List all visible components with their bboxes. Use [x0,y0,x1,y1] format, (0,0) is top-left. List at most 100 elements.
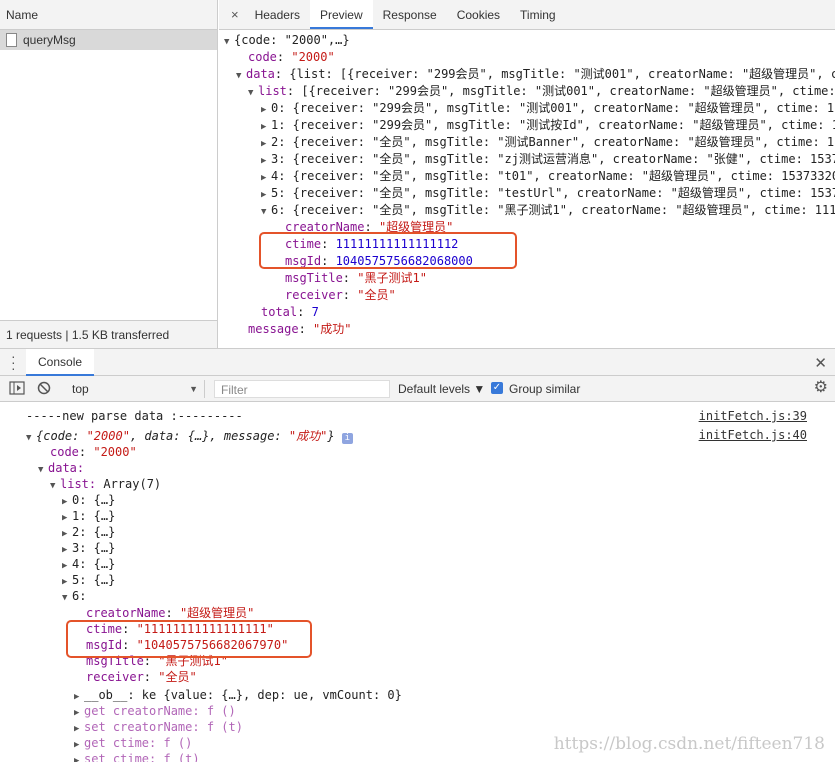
json-value: "全员" [357,288,396,302]
console-accessor-row[interactable]: ▶ set ctime: f (t) [74,751,200,762]
json-key: creatorName [86,606,166,620]
json-list-item[interactable]: ▶ 2: {receiver: "全员", msgTitle: "测试Banner… [261,134,834,151]
expanded-triangle-icon: ▼ [236,71,242,81]
source-link[interactable]: initFetch.js:39 [699,408,807,424]
tab-preview[interactable]: Preview [309,0,373,29]
json-code-row: code: "2000" [248,50,335,64]
context-select[interactable]: top ▼ [62,380,205,398]
console-output: -----new parse data :--------- initFetch… [0,402,835,762]
console-list-item[interactable]: ▶ 1: {…} [62,508,115,524]
json-total-row: total: 7 [261,305,319,319]
list-item-text: 3: {…} [72,541,116,555]
json-value: Array(7) [103,477,162,491]
json-root[interactable]: ▼ {code: "2000",…} [224,32,350,49]
console-ob-row[interactable]: ▶ __ob__: ke {value: {…}, dep: ue, vmCoun… [74,687,402,703]
console-field-row: receiver: "全员" [86,670,197,684]
json-preview: ▼ {code: "2000",…} code: "2000" ▼ data: {l… [219,30,835,348]
expanded-triangle-icon: ▼ [50,481,56,491]
list-item-text: 1: {receiver: "299会员", msgTitle: "测试按Id"… [271,118,835,132]
console-list-item[interactable]: ▶ 3: {…} [62,540,115,556]
list-item-text: 1: {…} [72,509,116,523]
network-summary: 1 requests | 1.5 KB transferred [0,320,217,348]
source-link[interactable]: initFetch.js:40 [699,427,807,443]
log-message: -----new parse data :--------- [26,409,243,423]
group-similar-checkbox[interactable]: ✓ [491,382,503,394]
console-data-row[interactable]: ▼ data: [38,460,84,476]
console-accessor-row[interactable]: ▶ set creatorName: f (t) [74,719,243,735]
console-list-row[interactable]: ▼ list: Array(7) [50,476,161,492]
json-list-item[interactable]: ▶ 0: {receiver: "299会员", msgTitle: "测试001… [261,100,834,117]
list-item-text: 5: {receiver: "全员", msgTitle: "testUrl",… [271,186,835,200]
watermark: https://blog.csdn.net/fifteen718 [553,734,825,754]
console-field-row: creatorName: "超级管理员" [86,606,255,620]
console-list-item[interactable]: ▼ 6: [62,588,86,604]
json-summary: [{receiver: "299会员", msgTitle: "测试001", … [301,84,835,98]
json-key: code [50,445,79,459]
request-name: queryMsg [23,33,76,47]
tab-headers[interactable]: Headers [245,0,310,29]
accessor-text: set creatorName: f (t) [84,720,243,734]
json-list-item[interactable]: ▶ 3: {receiver: "全员", msgTitle: "zj测试运营消息… [261,151,835,168]
tab-response[interactable]: Response [373,0,447,29]
highlight-box [66,620,312,658]
console-list-item[interactable]: ▶ 4: {…} [62,556,115,572]
expanded-triangle-icon: ▼ [248,88,254,98]
sidebar-toggle-icon[interactable] [9,381,25,399]
close-drawer-icon[interactable]: ✕ [814,354,827,372]
list-item-text: 5: {…} [72,573,116,587]
summary-part: "成功" [288,429,328,443]
json-root-summary: {code: "2000",…} [234,33,350,47]
filter-input[interactable]: Filter [214,380,390,398]
list-item-text: 2: {…} [72,525,116,539]
more-options-icon[interactable]: · · · [11,349,16,375]
info-icon[interactable]: i [341,433,353,444]
name-column-header[interactable]: Name [0,0,217,30]
network-panel: Name queryMsg 1 requests | 1.5 KB transf… [0,0,835,348]
json-list-item[interactable]: ▶ 4: {receiver: "全员", msgTitle: "t01", cr… [261,168,835,185]
json-key: data: [48,461,85,475]
tab-timing[interactable]: Timing [510,0,566,29]
console-accessor-row[interactable]: ▶ get creatorName: f () [74,703,236,719]
accessor-text: set ctime: f (t) [84,752,200,762]
json-data-row[interactable]: ▼ data: {list: [{receiver: "299会员", msgTi… [236,66,835,83]
summary-part: "2000" [86,429,130,443]
list-item-text: 2: {receiver: "全员", msgTitle: "测试Banner"… [271,135,835,149]
settings-gear-icon[interactable]: ⚙ [814,379,828,397]
ob-text: __ob__: ke {value: {…}, dep: ue, vmCount… [84,688,402,702]
collapsed-triangle-icon: ▶ [74,756,80,762]
json-key: list: [60,477,97,491]
detail-tabs: × Headers Preview Response Cookies Timin… [219,0,835,30]
console-accessor-row[interactable]: ▶ get ctime: f () [74,735,192,751]
context-value: top [72,382,89,396]
file-icon [6,33,17,47]
dropdown-arrow-icon: ▼ [189,384,198,394]
console-list-item[interactable]: ▶ 5: {…} [62,572,115,588]
console-list-item[interactable]: ▶ 2: {…} [62,524,115,540]
list-item-text: 6: [72,589,87,603]
json-key: message [248,322,299,336]
json-list-item[interactable]: ▶ 5: {receiver: "全员", msgTitle: "testUrl"… [261,185,835,202]
object-summary-row[interactable]: ▼ {code: "2000", data: {…}, message: "成功"… [26,428,353,444]
tab-console[interactable]: Console [26,349,95,376]
json-list-row[interactable]: ▼ list: [{receiver: "299会员", msgTitle: "测… [248,83,835,100]
close-detail-icon[interactable]: × [225,0,245,29]
console-list-item[interactable]: ▶ 0: {…} [62,492,115,508]
list-item-text: 4: {…} [72,557,116,571]
list-item-text: 4: {receiver: "全员", msgTitle: "t01", cre… [271,169,835,183]
json-list-item[interactable]: ▶ 1: {receiver: "299会员", msgTitle: "测试按Id… [261,117,835,134]
console-code-row: code: "2000" [50,445,137,459]
log-levels-dropdown[interactable]: Default levels ▼ [398,380,485,398]
tab-cookies[interactable]: Cookies [447,0,510,29]
json-value: "全员" [158,670,197,684]
list-item-text: 6: {receiver: "全员", msgTitle: "黑子测试1", c… [271,203,835,217]
json-value: 7 [311,305,319,319]
json-value: "黑子测试1" [357,271,427,285]
request-row-querymsg[interactable]: queryMsg [0,30,217,50]
json-key: msgTitle [285,271,343,285]
clear-console-icon[interactable] [37,381,51,399]
json-summary: {list: [{receiver: "299会员", msgTitle: "测… [289,67,835,81]
json-list-item[interactable]: ▼ 6: {receiver: "全员", msgTitle: "黑子测试1", … [261,202,835,219]
console-toolbar: top ▼ Filter Default levels ▼ ✓ Group sim… [0,376,835,402]
expanded-triangle-icon: ▼ [261,207,267,217]
json-value: "成功" [313,322,352,336]
